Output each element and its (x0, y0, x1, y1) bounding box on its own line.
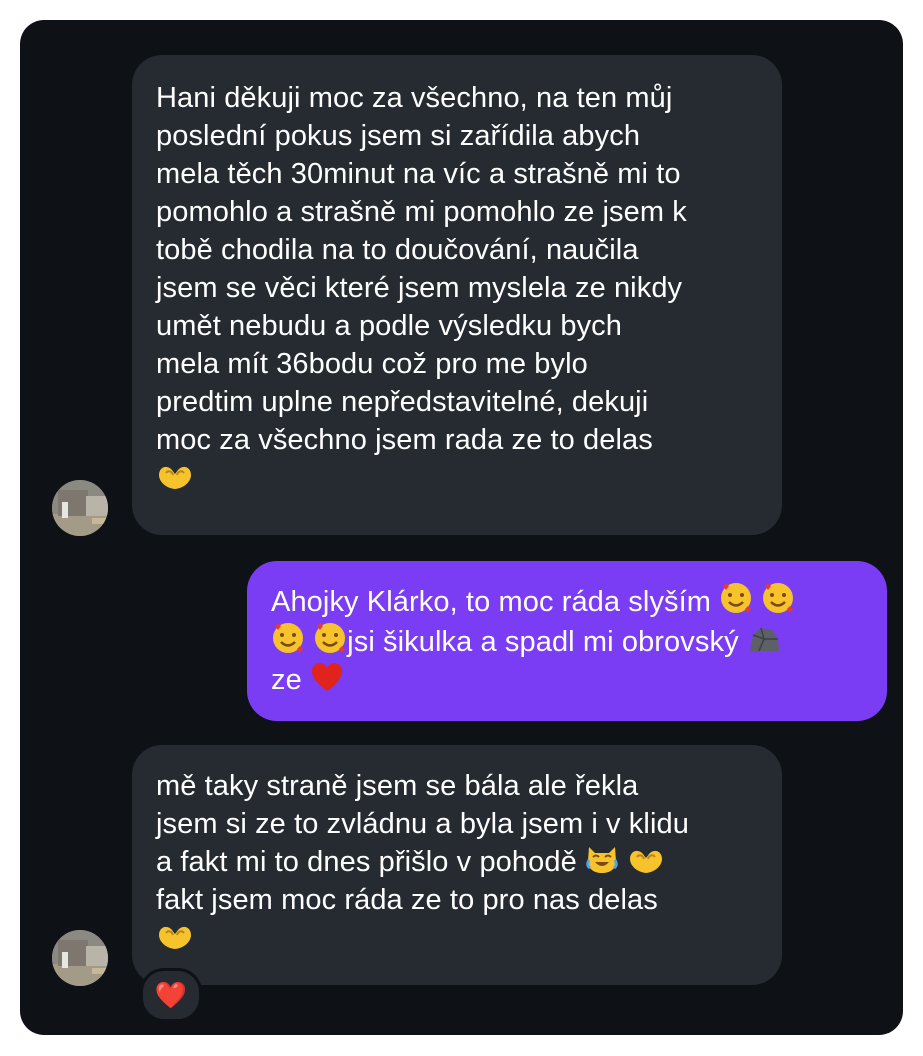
contact-avatar[interactable] (52, 930, 108, 986)
message-line: tobě chodila na to doučování, naučila (156, 234, 639, 266)
smiling-face-with-hearts-emoji-icon (721, 583, 752, 613)
message-line: moc za všechno jsem rada ze to delas (156, 424, 653, 456)
rock-emoji-icon (749, 627, 779, 652)
message-text: Ahojky Klárko, to moc ráda slyším (271, 586, 712, 618)
message-line: mela těch 30minut na víc a strašně mi to (156, 158, 681, 190)
message-text: jsi šikulka a spadl mi obrovský (347, 626, 739, 658)
message-line: predtim uplne nepředstavitelné, dekuji (156, 386, 649, 418)
message-line: Hani děkuji moc za všechno, na ten můj (156, 82, 673, 114)
message-line (156, 459, 762, 497)
heart-hands-emoji-icon (159, 926, 191, 949)
message-bubble-incoming[interactable]: Hani děkuji moc za všechno, na ten můj p… (132, 55, 782, 535)
message-line: poslední pokus jsem si zařídila abych (156, 120, 641, 152)
message-text: ze (271, 664, 302, 696)
message-line: umět nebudu a podle výsledku bych (156, 310, 622, 342)
smiling-face-with-hearts-emoji-icon (763, 583, 794, 613)
message-line: pomohlo a strašně mi pomohlo ze jsem k (156, 196, 687, 228)
smiling-face-with-hearts-emoji-icon (273, 623, 303, 653)
chat-thread: Hani děkuji moc za všechno, na ten můj p… (20, 20, 903, 1035)
message-line: a fakt mi to dnes přišlo v pohodě (156, 843, 762, 881)
cat-tears-of-joy-emoji-icon (586, 847, 618, 873)
message-bubble-incoming[interactable]: mě taky straně jsem se bála ale řekla js… (132, 745, 782, 985)
heart-hands-emoji-icon (159, 466, 191, 489)
message-line: jsem si ze to zvládnu a byla jsem i v kl… (156, 808, 689, 840)
heart-hands-emoji-icon (630, 850, 663, 873)
heart-reaction-icon: ❤️ (154, 979, 188, 1010)
contact-avatar[interactable] (52, 480, 108, 536)
message-line: jsi šikulka a spadl mi obrovský (271, 621, 867, 661)
heart-reaction-badge[interactable]: ❤️ (140, 968, 202, 1022)
message-line: mě taky straně jsem se bála ale řekla (156, 770, 639, 802)
message-line: jsem se věci které jsem myslela ze nikdy (156, 272, 683, 304)
message-text: a fakt mi to dnes přišlo v pohodě (156, 846, 577, 878)
message-line: fakt jsem moc ráda ze to pro nas delas (156, 884, 658, 916)
message-bubble-outgoing[interactable]: Ahojky Klárko, to moc ráda slyším jsi ši… (247, 561, 887, 721)
red-heart-emoji-icon (312, 663, 343, 691)
message-line: Ahojky Klárko, to moc ráda slyším (271, 581, 867, 621)
smiling-face-with-hearts-emoji-icon (315, 623, 346, 653)
message-line: ze (271, 661, 867, 699)
message-line (156, 919, 762, 957)
message-line: mela mít 36bodu což pro me bylo (156, 348, 588, 380)
